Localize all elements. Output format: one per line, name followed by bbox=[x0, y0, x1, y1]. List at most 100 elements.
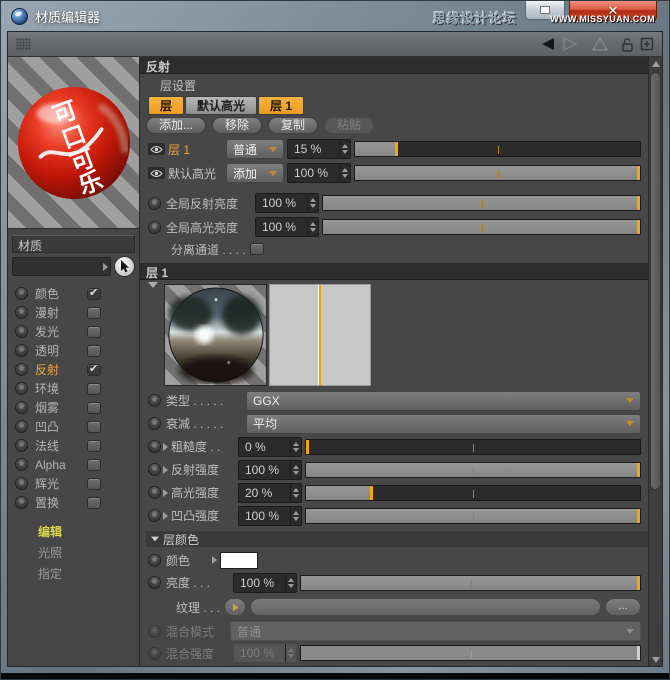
pick-material-button[interactable] bbox=[114, 256, 135, 277]
tab-layer-1[interactable]: 层 1 bbox=[258, 96, 304, 115]
layer-name[interactable]: 层 1 bbox=[168, 141, 226, 158]
texture-path-field[interactable] bbox=[250, 598, 601, 616]
channel-checkbox[interactable] bbox=[87, 288, 101, 300]
add-layer-button[interactable]: 添加... bbox=[146, 117, 206, 134]
expander-right-icon[interactable] bbox=[163, 443, 168, 451]
layer-color-group-header[interactable]: 层颜色 bbox=[146, 531, 648, 547]
spinner-arrows-icon[interactable] bbox=[307, 218, 318, 236]
reflection-strength-slider[interactable] bbox=[305, 462, 641, 478]
param-dot-icon[interactable] bbox=[148, 509, 161, 522]
spinner-arrows-icon[interactable] bbox=[285, 574, 296, 592]
lock-icon[interactable] bbox=[620, 37, 634, 52]
param-dot-icon[interactable] bbox=[148, 440, 161, 453]
bump-strength-spinner[interactable]: 100 % bbox=[238, 506, 302, 526]
channel-checkbox[interactable] bbox=[87, 421, 101, 433]
channel-checkbox[interactable] bbox=[87, 383, 101, 395]
channel-row-displacement[interactable]: 置换 bbox=[8, 493, 139, 512]
expander-collapse-icon[interactable] bbox=[148, 282, 158, 305]
channel-row-bump[interactable]: 凹凸 bbox=[8, 417, 139, 436]
channel-row-diffuse[interactable]: 漫射 bbox=[8, 303, 139, 322]
spinner-arrows-icon[interactable] bbox=[290, 461, 301, 479]
spinner-arrows-icon[interactable] bbox=[290, 507, 301, 525]
page-item-edit[interactable]: 编辑 bbox=[8, 522, 139, 543]
param-dot-icon[interactable] bbox=[148, 221, 161, 234]
expander-right-icon[interactable] bbox=[163, 489, 168, 497]
param-dot-icon[interactable] bbox=[148, 486, 161, 499]
color-swatch[interactable] bbox=[220, 552, 258, 569]
scrollbar-thumb[interactable] bbox=[650, 72, 661, 490]
layer-blend-mode-dropdown[interactable]: 添加 bbox=[226, 163, 284, 183]
layer-blend-mode-dropdown[interactable]: 普通 bbox=[226, 139, 284, 159]
remove-layer-button[interactable]: 移除 bbox=[212, 117, 262, 134]
global-specular-spinner[interactable]: 100 % bbox=[255, 217, 319, 237]
history-forward-icon[interactable] bbox=[562, 37, 578, 51]
expander-right-icon[interactable] bbox=[212, 556, 217, 564]
spinner-arrows-icon[interactable] bbox=[290, 484, 301, 502]
spinner-arrows-icon[interactable] bbox=[307, 194, 318, 212]
visibility-eye-icon[interactable] bbox=[148, 167, 165, 179]
channel-row-environment[interactable]: 环境 bbox=[8, 379, 139, 398]
channel-row-luminance[interactable]: 发光 bbox=[8, 322, 139, 341]
grip-handle-icon[interactable] bbox=[16, 38, 31, 50]
layer-strength-spinner[interactable]: 15 % bbox=[287, 139, 351, 159]
global-specular-slider[interactable] bbox=[322, 219, 641, 235]
layer-preview-sphere[interactable] bbox=[164, 284, 267, 386]
param-dot-icon[interactable] bbox=[148, 463, 161, 476]
brightness-spinner[interactable]: 100 % bbox=[233, 573, 297, 593]
layer-name[interactable]: 默认高光 bbox=[168, 165, 226, 182]
global-reflection-slider[interactable] bbox=[322, 195, 641, 211]
type-dropdown[interactable]: GGX bbox=[246, 391, 641, 411]
roughness-spinner[interactable]: 0 % bbox=[238, 437, 302, 457]
page-item-illumination[interactable]: 光照 bbox=[8, 543, 139, 564]
material-preview[interactable]: 可 口 可 乐 bbox=[8, 57, 139, 229]
layer-strength-spinner[interactable]: 100 % bbox=[287, 163, 351, 183]
scroll-down-icon[interactable] bbox=[650, 653, 661, 666]
channel-row-normal[interactable]: 法线 bbox=[8, 436, 139, 455]
channel-checkbox[interactable] bbox=[87, 478, 101, 490]
channel-checkbox[interactable] bbox=[87, 307, 101, 319]
layer-strength-slider[interactable] bbox=[354, 141, 641, 157]
channel-row-color[interactable]: 颜色 bbox=[8, 284, 139, 303]
channel-checkbox[interactable] bbox=[87, 326, 101, 338]
channel-checkbox[interactable] bbox=[87, 364, 101, 376]
layer-strength-slider[interactable] bbox=[354, 165, 641, 181]
param-dot-icon[interactable] bbox=[148, 554, 161, 567]
page-item-assign[interactable]: 指定 bbox=[8, 564, 139, 585]
vertical-scrollbar[interactable] bbox=[648, 57, 662, 666]
spinner-arrows-icon[interactable] bbox=[339, 140, 350, 158]
falloff-gradient-preview[interactable] bbox=[269, 284, 371, 386]
channel-checkbox[interactable] bbox=[87, 402, 101, 414]
copy-layer-button[interactable]: 复制 bbox=[268, 117, 318, 134]
channel-checkbox[interactable] bbox=[87, 459, 101, 471]
param-dot-icon[interactable] bbox=[148, 394, 161, 407]
texture-menu-button[interactable] bbox=[224, 598, 246, 616]
parent-up-icon[interactable] bbox=[592, 37, 608, 51]
channel-row-alpha[interactable]: Alpha bbox=[8, 455, 139, 474]
param-dot-icon[interactable] bbox=[148, 576, 161, 589]
tab-default-specular[interactable]: 默认高光 bbox=[185, 96, 257, 115]
channel-row-glow[interactable]: 辉光 bbox=[8, 474, 139, 493]
channel-row-reflectance[interactable]: 反射 bbox=[8, 360, 139, 379]
global-reflection-spinner[interactable]: 100 % bbox=[255, 193, 319, 213]
history-back-icon[interactable] bbox=[540, 37, 556, 51]
bump-strength-slider[interactable] bbox=[305, 508, 641, 524]
new-window-icon[interactable] bbox=[640, 37, 654, 51]
scroll-up-icon[interactable] bbox=[650, 57, 661, 70]
spinner-arrows-icon[interactable] bbox=[339, 164, 350, 182]
gradient-center-marker[interactable] bbox=[318, 285, 321, 385]
param-dot-icon[interactable] bbox=[148, 417, 161, 430]
channel-checkbox[interactable] bbox=[87, 440, 101, 452]
material-select-dropdown[interactable] bbox=[12, 257, 111, 276]
roughness-slider[interactable] bbox=[305, 439, 641, 455]
channel-checkbox[interactable] bbox=[87, 497, 101, 509]
specular-strength-spinner[interactable]: 20 % bbox=[238, 483, 302, 503]
channel-checkbox[interactable] bbox=[87, 345, 101, 357]
specular-strength-slider[interactable] bbox=[305, 485, 641, 501]
separate-channels-checkbox[interactable] bbox=[250, 243, 264, 255]
visibility-eye-icon[interactable] bbox=[148, 143, 165, 155]
param-dot-icon[interactable] bbox=[148, 197, 161, 210]
channel-row-transparency[interactable]: 透明 bbox=[8, 341, 139, 360]
brightness-slider[interactable] bbox=[300, 575, 641, 591]
material-name-field[interactable]: 材质 bbox=[12, 235, 135, 253]
expander-right-icon[interactable] bbox=[163, 512, 168, 520]
